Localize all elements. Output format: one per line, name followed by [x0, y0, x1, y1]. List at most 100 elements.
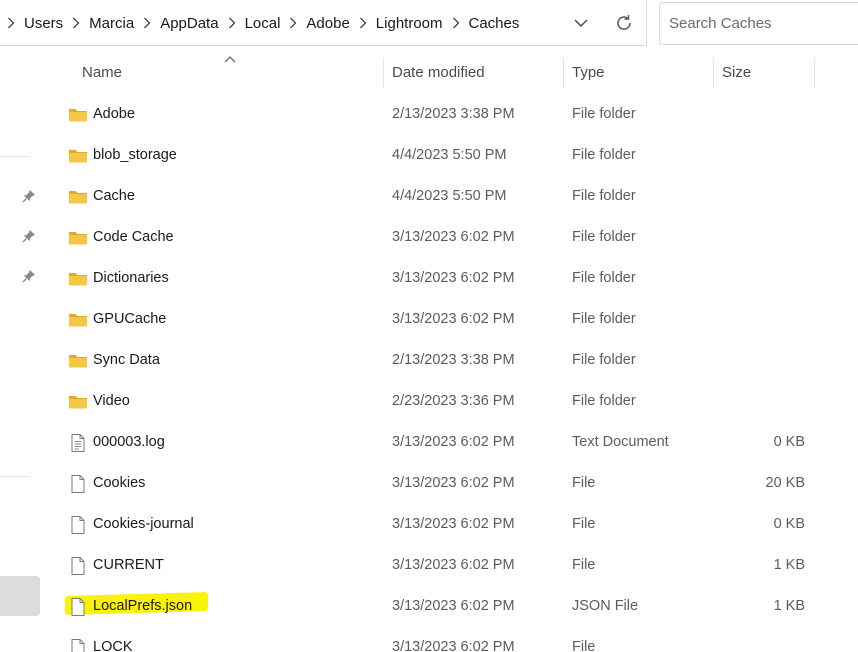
file-name: Video [93, 393, 130, 409]
file-name: LocalPrefs.json [93, 598, 193, 614]
file-name: 000003.log [93, 434, 165, 450]
file-type: File [572, 639, 596, 652]
column-divider[interactable] [383, 58, 384, 88]
folder-icon [68, 351, 88, 371]
file-type: File folder [572, 393, 636, 409]
breadcrumb-item[interactable]: AppData [158, 15, 220, 32]
file-row[interactable]: Cache 4/4/2023 5:50 PM File folder [43, 176, 858, 217]
search-box[interactable] [659, 2, 858, 45]
file-row[interactable]: Dictionaries 3/13/2023 6:02 PM File folder [43, 258, 858, 299]
sort-ascending-icon [224, 56, 236, 63]
file-row[interactable]: Sync Data 2/13/2023 3:38 PM File folder [43, 340, 858, 381]
file-icon [68, 597, 88, 617]
folder-icon [68, 269, 88, 289]
chevron-right-icon[interactable] [352, 17, 374, 29]
file-name: Dictionaries [93, 270, 169, 286]
navigation-pane [0, 46, 43, 652]
breadcrumb-item[interactable]: Marcia [87, 15, 136, 32]
folder-icon [68, 392, 88, 412]
folder-icon [68, 105, 88, 125]
chevron-right-icon[interactable] [221, 17, 243, 29]
text-document-icon [68, 433, 88, 453]
file-type: Text Document [572, 434, 669, 450]
chevron-right-icon[interactable] [65, 17, 87, 29]
file-type: File folder [572, 188, 636, 204]
pin-icon[interactable] [21, 268, 37, 284]
chevron-right-icon[interactable] [0, 17, 22, 29]
chevron-right-icon[interactable] [282, 17, 304, 29]
file-name: Sync Data [93, 352, 160, 368]
file-date-modified: 3/13/2023 6:02 PM [392, 475, 515, 491]
column-header-size[interactable]: Size [722, 52, 751, 92]
column-header-date[interactable]: Date modified [392, 52, 485, 92]
file-list: Adobe 2/13/2023 3:38 PM File folder blob_st… [43, 94, 858, 652]
column-divider[interactable] [713, 58, 714, 88]
file-row[interactable]: Adobe 2/13/2023 3:38 PM File folder [43, 94, 858, 135]
file-icon [68, 638, 88, 652]
file-date-modified: 3/13/2023 6:02 PM [392, 270, 515, 286]
file-type: File folder [572, 106, 636, 122]
file-size: 0 KB [773, 516, 805, 532]
address-bar[interactable]: Users Marcia AppData Local Adobe Lightroom Cac… [0, 0, 647, 46]
pin-icon[interactable] [21, 188, 37, 204]
breadcrumb-item[interactable]: Local [243, 15, 283, 32]
file-row[interactable]: blob_storage 4/4/2023 5:50 PM File folder [43, 135, 858, 176]
file-row[interactable]: LocalPrefs.json 3/13/2023 6:02 PM JSON Fil… [43, 586, 858, 627]
file-name: Code Cache [93, 229, 174, 245]
nav-selected-item[interactable] [0, 576, 40, 616]
file-row[interactable]: Code Cache 3/13/2023 6:02 PM File folder [43, 217, 858, 258]
file-row[interactable]: CURRENT 3/13/2023 6:02 PM File 1 KB [43, 545, 858, 586]
file-date-modified: 3/13/2023 6:02 PM [392, 598, 515, 614]
file-date-modified: 3/13/2023 6:02 PM [392, 639, 515, 652]
file-name: blob_storage [93, 147, 177, 163]
breadcrumb-item[interactable]: Caches [467, 15, 522, 32]
column-header-row: Name Date modified Type Size [43, 52, 858, 92]
breadcrumb-item[interactable]: Users [22, 15, 65, 32]
chevron-right-icon[interactable] [445, 17, 467, 29]
file-date-modified: 3/13/2023 6:02 PM [392, 229, 515, 245]
folder-icon [68, 228, 88, 248]
file-name: Cache [93, 188, 135, 204]
file-size: 0 KB [773, 434, 805, 450]
nav-divider [0, 476, 30, 477]
file-date-modified: 2/23/2023 3:36 PM [392, 393, 515, 409]
file-date-modified: 3/13/2023 6:02 PM [392, 516, 515, 532]
file-icon [68, 515, 88, 535]
breadcrumb-item[interactable]: Adobe [304, 15, 351, 32]
file-date-modified: 2/13/2023 3:38 PM [392, 352, 515, 368]
file-row[interactable]: Cookies-journal 3/13/2023 6:02 PM File 0 KB [43, 504, 858, 545]
column-header-type[interactable]: Type [572, 52, 605, 92]
file-size: 1 KB [773, 598, 805, 614]
file-type: File [572, 516, 596, 532]
file-row[interactable]: GPUCache 3/13/2023 6:02 PM File folder [43, 299, 858, 340]
column-divider[interactable] [563, 58, 564, 88]
file-row[interactable]: Cookies 3/13/2023 6:02 PM File 20 KB [43, 463, 858, 504]
folder-icon [68, 187, 88, 207]
folder-icon [68, 146, 88, 166]
file-type: File folder [572, 352, 636, 368]
file-name: GPUCache [93, 311, 167, 327]
file-type: File folder [572, 229, 636, 245]
file-row[interactable]: 000003.log 3/13/2023 6:02 PM Text Document… [43, 422, 858, 463]
file-row[interactable]: LOCK 3/13/2023 6:02 PM File [43, 627, 858, 652]
file-size: 1 KB [773, 557, 805, 573]
file-type: File [572, 475, 596, 491]
file-date-modified: 4/4/2023 5:50 PM [392, 147, 507, 163]
column-header-name[interactable]: Name [82, 52, 122, 92]
file-name: Adobe [93, 106, 135, 122]
file-name: CURRENT [93, 557, 164, 573]
file-row[interactable]: Video 2/23/2023 3:36 PM File folder [43, 381, 858, 422]
search-input[interactable] [660, 3, 858, 44]
breadcrumb-item[interactable]: Lightroom [374, 15, 445, 32]
file-type: JSON File [572, 598, 639, 614]
refresh-icon[interactable] [610, 9, 638, 37]
chevron-right-icon[interactable] [136, 17, 158, 29]
file-date-modified: 4/4/2023 5:50 PM [392, 188, 507, 204]
nav-divider [0, 156, 30, 157]
column-divider[interactable] [814, 58, 815, 88]
file-name: Cookies [93, 475, 146, 491]
file-date-modified: 3/13/2023 6:02 PM [392, 557, 515, 573]
chevron-down-icon[interactable] [568, 10, 594, 36]
pin-icon[interactable] [21, 228, 37, 244]
folder-icon [68, 310, 88, 330]
